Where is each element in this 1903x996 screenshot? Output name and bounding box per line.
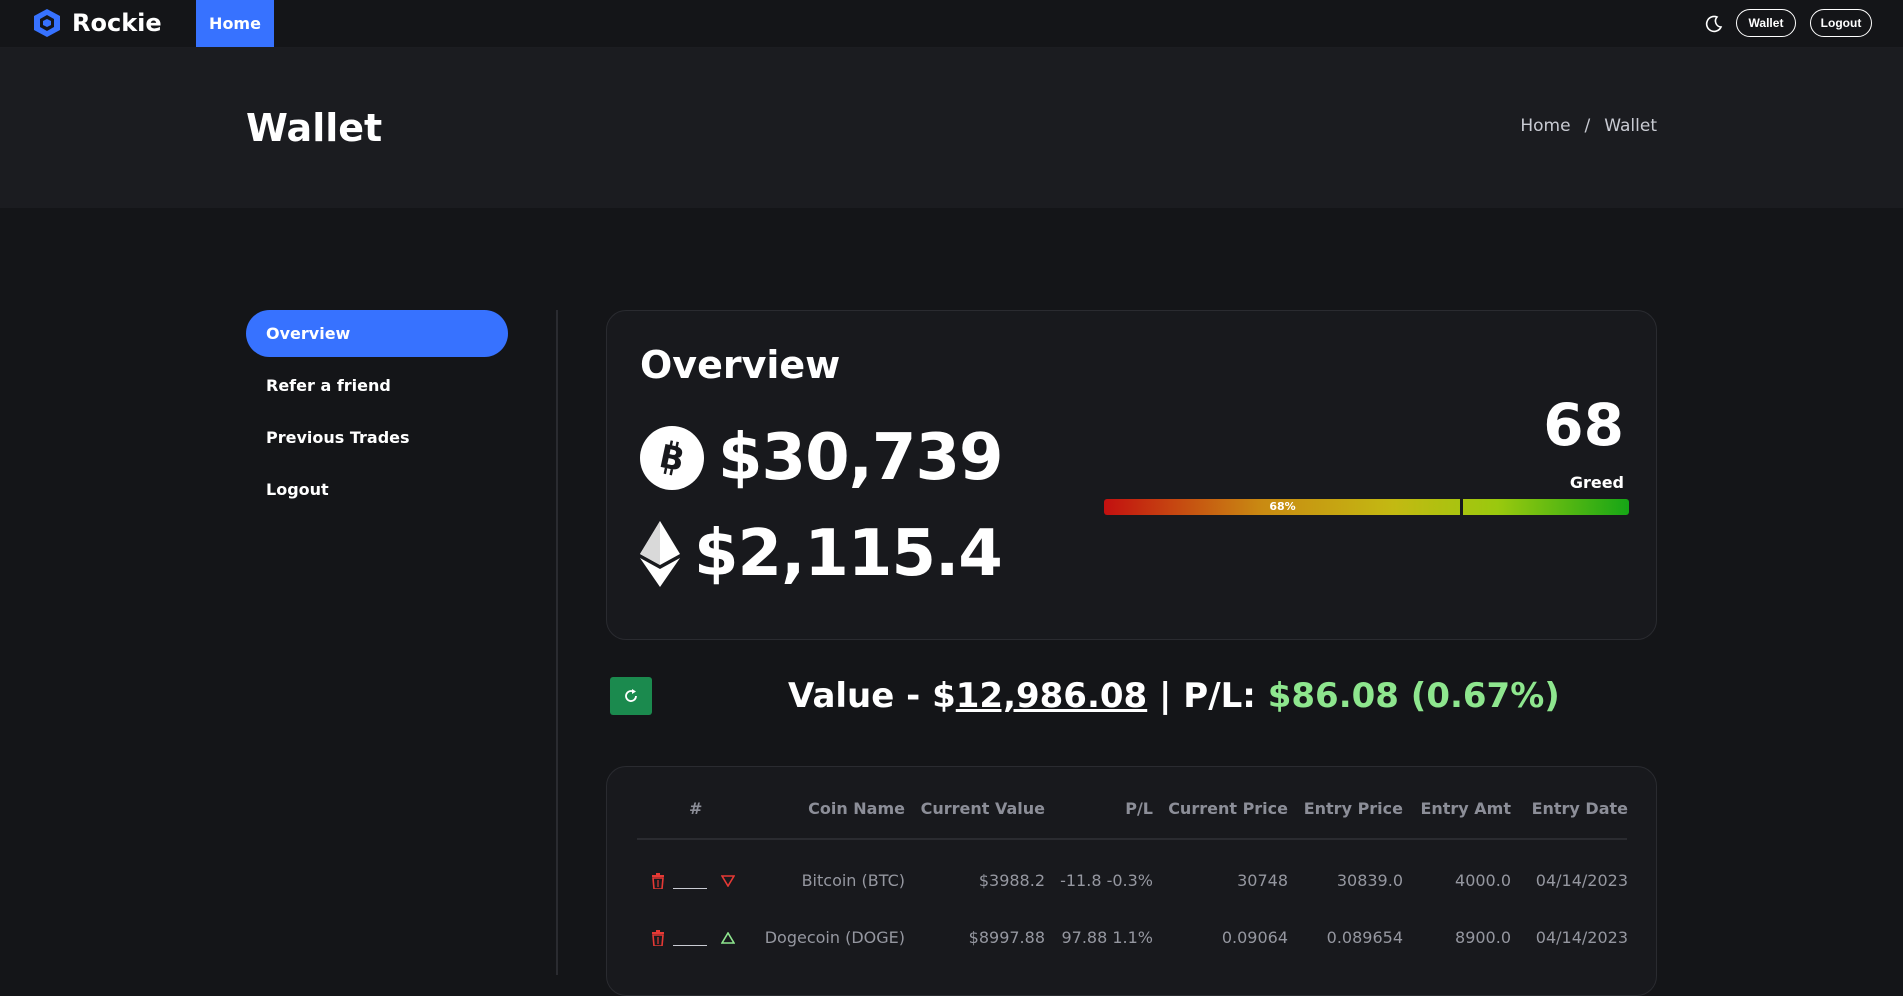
top-navbar: Rockie Home Wallet Logout	[0, 0, 1903, 48]
fear-greed-index: 68	[1543, 391, 1624, 459]
fear-greed-percent: 68%	[1269, 500, 1296, 513]
logout-button[interactable]: Logout	[1810, 9, 1872, 37]
col-header-current-value: Current Value	[920, 799, 1045, 818]
cell-entry-date: 04/14/2023	[1535, 928, 1628, 947]
overview-title: Overview	[640, 343, 841, 387]
portfolio-pl: $86.08 (0.67%)	[1267, 676, 1560, 716]
breadcrumb-separator: /	[1584, 116, 1591, 136]
btc-price-row: B $30,739	[640, 421, 1003, 495]
cell-current-price: 30748	[1237, 871, 1288, 890]
overview-card: Overview B $30,739 $2,115.4 68 Greed 68%	[606, 310, 1657, 640]
cell-current-price: 0.09064	[1221, 928, 1288, 947]
col-header-entry-date: Entry Date	[1531, 799, 1628, 818]
sidebar-item-logout[interactable]: Logout	[246, 466, 508, 513]
sidebar: Overview Refer a friend Previous Trades …	[246, 310, 508, 518]
cell-coin-name: Bitcoin (BTC)	[801, 871, 905, 890]
sidebar-divider	[556, 310, 558, 975]
row-note-input[interactable]	[673, 869, 707, 889]
col-header-index: #	[689, 799, 703, 818]
refresh-button[interactable]	[610, 677, 652, 715]
cell-entry-amt: 8900.0	[1455, 928, 1511, 947]
col-header-coin-name: Coin Name	[808, 799, 905, 818]
holdings-table: # Coin Name Current Value P/L Current Pr…	[606, 766, 1657, 996]
breadcrumb-current: Wallet	[1604, 116, 1657, 136]
col-header-entry-amt: Entry Amt	[1420, 799, 1511, 818]
page-title: Wallet	[246, 106, 383, 150]
portfolio-value[interactable]: 12,986.08	[956, 676, 1147, 716]
cell-pl: -11.8 -0.3%	[1060, 871, 1153, 890]
portfolio-value-line: Value - $12,986.08 | P/L: $86.08 (0.67%)	[788, 676, 1560, 716]
ethereum-icon	[640, 521, 680, 587]
btc-price: $30,739	[718, 421, 1003, 495]
nav-home-link[interactable]: Home	[196, 0, 274, 47]
cell-entry-price: 0.089654	[1326, 928, 1403, 947]
breadcrumb: Home / Wallet	[1520, 116, 1657, 136]
refresh-icon	[625, 689, 637, 702]
eth-price: $2,115.4	[694, 517, 1003, 591]
cell-coin-name: Dogecoin (DOGE)	[764, 928, 905, 947]
cell-current-value: $3988.2	[978, 871, 1045, 890]
brand-name: Rockie	[72, 9, 162, 37]
cell-entry-price: 30839.0	[1336, 871, 1403, 890]
col-header-pl: P/L	[1125, 799, 1153, 818]
logo-icon	[34, 9, 60, 37]
col-header-entry-price: Entry Price	[1303, 799, 1403, 818]
moon-icon[interactable]	[1704, 14, 1724, 34]
sidebar-item-overview[interactable]: Overview	[246, 310, 508, 357]
value-prefix: Value - $	[788, 676, 956, 716]
trend-down-icon	[721, 875, 735, 887]
row-note-input[interactable]	[673, 926, 707, 946]
brand-logo[interactable]: Rockie	[32, 8, 162, 38]
cell-current-value: $8997.88	[968, 928, 1045, 947]
table-header-divider	[637, 838, 1627, 840]
eth-price-row: $2,115.4	[640, 517, 1003, 591]
wallet-button[interactable]: Wallet	[1736, 9, 1796, 37]
sidebar-item-refer-a-friend[interactable]: Refer a friend	[246, 362, 508, 409]
page-header: Wallet Home / Wallet	[0, 48, 1903, 208]
bitcoin-icon: B	[640, 426, 704, 490]
col-header-current-price: Current Price	[1168, 799, 1288, 818]
trash-icon[interactable]	[651, 873, 665, 889]
sidebar-item-previous-trades[interactable]: Previous Trades	[246, 414, 508, 461]
cell-entry-amt: 4000.0	[1455, 871, 1511, 890]
pl-label: | P/L:	[1147, 676, 1268, 716]
cell-pl: 97.88 1.1%	[1061, 928, 1153, 947]
cell-entry-date: 04/14/2023	[1535, 871, 1628, 890]
fear-greed-marker	[1460, 499, 1463, 515]
trash-icon[interactable]	[651, 930, 665, 946]
fear-greed-label: Greed	[1569, 473, 1624, 492]
trend-up-icon	[721, 932, 735, 944]
breadcrumb-home[interactable]: Home	[1520, 116, 1570, 136]
fear-greed-bar: 68%	[1104, 499, 1629, 515]
